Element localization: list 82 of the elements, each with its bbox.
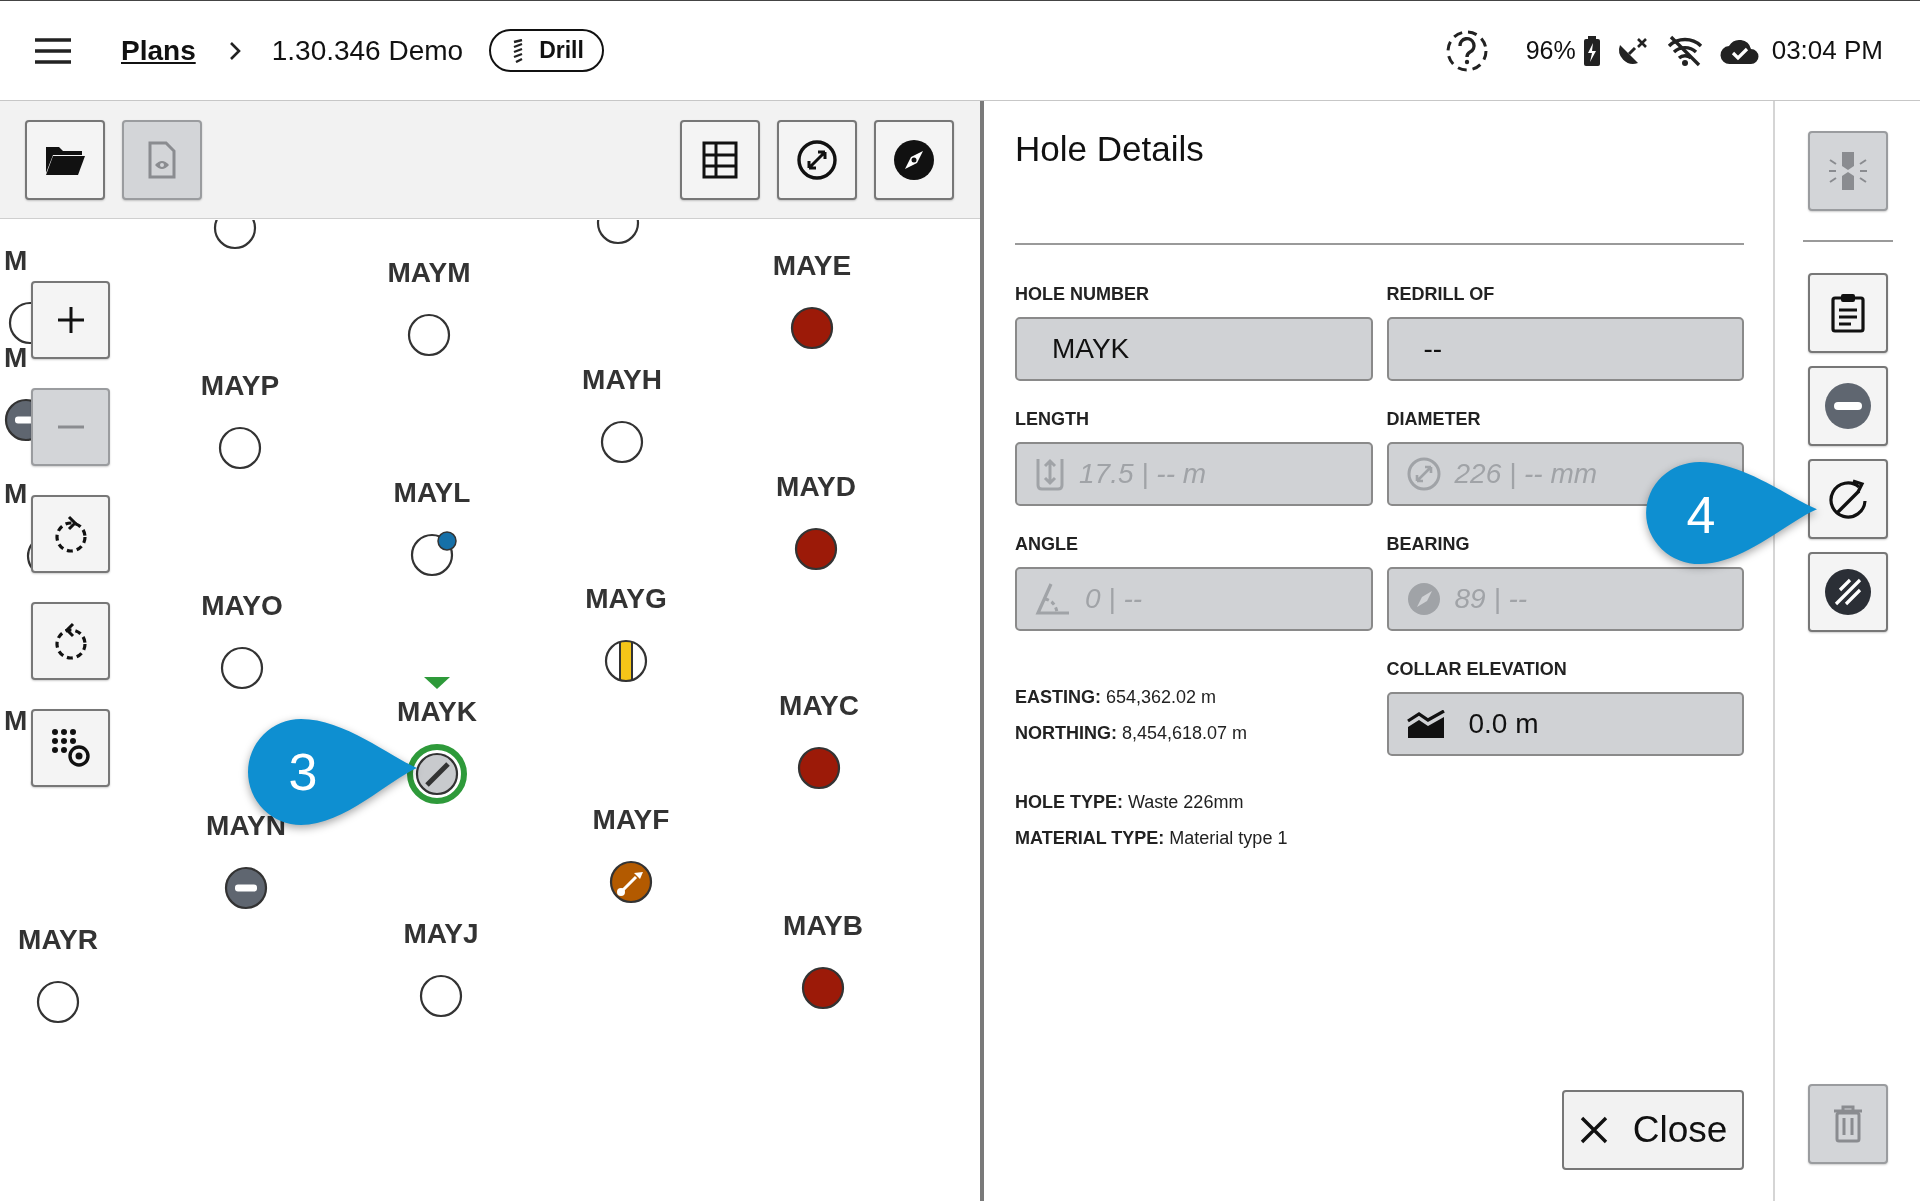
length-icon	[1035, 457, 1065, 491]
mode-label: Drill	[539, 37, 584, 64]
menu-icon[interactable]	[34, 37, 72, 64]
redrill-icon	[1826, 477, 1869, 521]
action-button[interactable]	[1807, 273, 1888, 353]
field-label: ANGLE	[1015, 534, 1079, 554]
slashed-circle-icon	[1823, 568, 1872, 616]
diameter-icon	[796, 138, 838, 181]
hole-label: MAYN	[206, 810, 286, 842]
broken-bar-icon	[1827, 150, 1868, 192]
rotate-left-icon	[52, 621, 89, 661]
dot-pattern-icon	[50, 728, 91, 768]
compass-icon	[893, 138, 935, 181]
toolbar-button[interactable]	[777, 119, 857, 200]
chevron-icon	[228, 40, 241, 61]
field-value: 0.0 m	[1468, 708, 1539, 740]
hole-label: MAYC	[779, 690, 859, 722]
file-eye-icon	[147, 140, 177, 179]
field-label: BEARING	[1386, 534, 1471, 554]
hole-label: M	[4, 478, 28, 510]
input-field[interactable]: MAYK	[1015, 317, 1373, 381]
minus-icon	[56, 425, 85, 429]
hole-label: MAYD	[776, 471, 856, 503]
toolbar-button[interactable]	[25, 119, 105, 200]
input-field[interactable]: --	[1386, 317, 1744, 381]
minus-circle-icon	[1823, 382, 1872, 430]
panel-title: Hole Details	[1015, 128, 1205, 170]
coordinate-text: NORTHING: 8,454,618.07 m	[1015, 722, 1249, 745]
map-control-button[interactable]	[31, 709, 110, 787]
compass-icon	[1406, 582, 1441, 616]
hole-type-text: MATERIAL TYPE: Material type 1	[1015, 827, 1289, 850]
action-button[interactable]	[1807, 552, 1888, 632]
terrain-icon	[1406, 710, 1445, 738]
action-button[interactable]	[1807, 459, 1888, 539]
hole-label: MAYR	[18, 924, 98, 956]
rotate-right-icon	[52, 514, 89, 554]
hole-marker[interactable]	[407, 744, 467, 804]
wifi-off-icon	[1665, 34, 1704, 67]
plus-icon	[56, 306, 85, 334]
hole-label: MAYH	[582, 364, 662, 396]
field-label: REDRILL OF	[1386, 284, 1496, 304]
field-value: --	[1422, 333, 1443, 365]
trash-icon	[1832, 1105, 1863, 1143]
field-label: COLLAR ELEVATION	[1386, 659, 1568, 679]
hole-label: MAYL	[393, 477, 471, 509]
grid-icon	[702, 140, 738, 179]
hole-label: M	[4, 342, 28, 374]
map-control-button[interactable]	[31, 495, 110, 573]
mode-chip[interactable]: Drill	[489, 29, 604, 72]
close-icon	[1578, 1115, 1609, 1145]
field-value: MAYK	[1051, 333, 1130, 365]
battery-percent: 96%	[1525, 36, 1576, 65]
battery-charging-icon	[1583, 35, 1600, 66]
hole-label: MAYK	[397, 696, 477, 728]
breadcrumb-current: 1.30.346 Demo	[271, 34, 464, 67]
field-label: HOLE NUMBER	[1015, 284, 1150, 304]
clipboard-icon	[1830, 293, 1865, 333]
hole-label: MAYP	[200, 370, 280, 402]
hole-label: MAYB	[783, 910, 863, 942]
hole-label: MAYO	[201, 590, 283, 622]
hole-label: MAYJ	[403, 918, 479, 950]
hole-label: MAYG	[585, 583, 667, 615]
coordinate-text: EASTING: 654,362.02 m	[1015, 686, 1218, 709]
map-control-button[interactable]	[31, 602, 110, 680]
clock-time: 03:04 PM	[1771, 35, 1883, 66]
close-button[interactable]: Close	[1562, 1090, 1744, 1170]
hole-label: MAYM	[387, 257, 471, 289]
hole-label: M	[4, 705, 28, 737]
toolbar-button[interactable]	[680, 119, 760, 200]
hole-label: M	[4, 245, 28, 277]
toolbar-button[interactable]	[874, 119, 954, 200]
angle-icon	[1035, 582, 1071, 616]
hole-label: MAYF	[592, 804, 670, 836]
hole-label: MAYE	[772, 250, 852, 282]
help-icon[interactable]	[1444, 28, 1489, 73]
callout-number: 3	[287, 744, 319, 800]
field-label: LENGTH	[1015, 409, 1090, 429]
breadcrumb-link[interactable]: Plans	[121, 34, 196, 67]
hole-type-text: HOLE TYPE: Waste 226mm	[1015, 791, 1245, 814]
diameter-icon	[1406, 457, 1441, 491]
input-field[interactable]: 0.0 m	[1386, 692, 1744, 756]
field-label: DIAMETER	[1386, 409, 1482, 429]
